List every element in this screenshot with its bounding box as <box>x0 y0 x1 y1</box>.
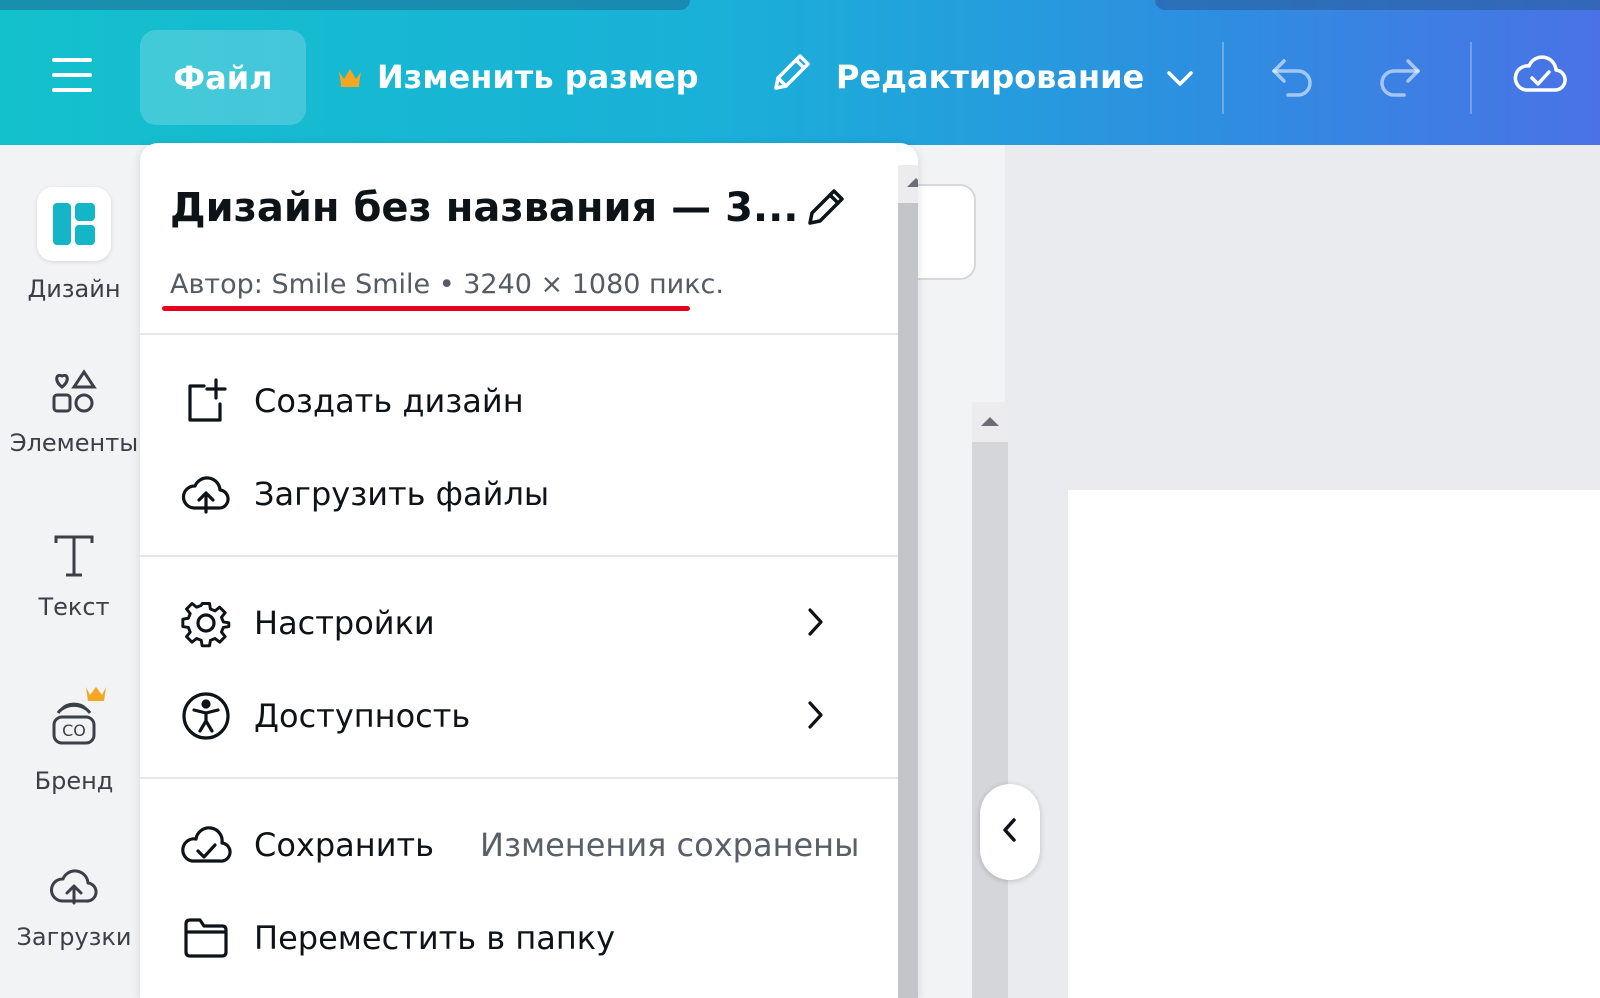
highlight-underline <box>162 306 690 311</box>
toolbar-edge-left <box>0 0 690 10</box>
text-icon <box>52 535 96 583</box>
menu-item-label: Загрузить файлы <box>254 475 550 513</box>
file-menu-button[interactable]: Файл <box>140 30 306 125</box>
sidebar-item-uploads[interactable]: Загрузки <box>0 863 148 951</box>
chevron-down-icon <box>1166 58 1194 96</box>
collapse-panel-button[interactable] <box>980 784 1040 880</box>
design-meta-info: Автор: Smile Smile • 3240 × 1080 пикс. <box>170 269 724 300</box>
menu-divider <box>140 333 898 335</box>
sidebar-item-text[interactable]: Текст <box>0 533 148 621</box>
file-menu-label: Файл <box>173 58 273 97</box>
move-to-folder-item[interactable]: Переместить в папку <box>180 908 860 968</box>
toolbar-divider <box>1470 42 1472 114</box>
menu-divider <box>140 555 898 557</box>
chevron-right-icon <box>805 700 825 734</box>
toolbar-divider <box>1222 42 1224 114</box>
edit-title-pencil-icon[interactable] <box>802 183 850 235</box>
resize-label: Изменить размер <box>377 58 699 96</box>
scroll-up-arrow-icon[interactable] <box>898 165 918 203</box>
brand-icon: CO <box>34 687 114 757</box>
save-status-text: Изменения сохранены <box>480 826 860 864</box>
menu-divider <box>140 777 898 779</box>
left-sidebar: Дизайн Элементы Текст CO Бренд Загрузки <box>0 145 140 998</box>
scroll-up-arrow-icon[interactable] <box>972 402 1008 442</box>
file-menu-panel: Дизайн без названия — 3... Автор: Smile … <box>140 143 918 998</box>
menu-item-label: Настройки <box>254 604 435 642</box>
settings-item[interactable]: Настройки <box>180 593 860 653</box>
save-item[interactable]: Сохранить Изменения сохранены <box>180 815 860 875</box>
add-design-icon <box>180 375 232 427</box>
upload-files-item[interactable]: Загрузить файлы <box>180 464 860 524</box>
sidebar-item-elements[interactable]: Элементы <box>0 367 148 457</box>
crown-icon <box>337 58 363 96</box>
sidebar-item-design[interactable]: Дизайн <box>0 187 148 303</box>
create-design-item[interactable]: Создать дизайн <box>180 371 860 431</box>
menu-item-label: Переместить в папку <box>254 919 616 957</box>
editing-mode-dropdown[interactable]: Редактирование <box>768 45 1194 109</box>
accessibility-icon <box>180 690 232 742</box>
chevron-left-icon <box>1001 817 1019 847</box>
sidebar-item-brand[interactable]: CO Бренд <box>0 683 148 795</box>
upload-cloud-icon <box>48 869 100 913</box>
svg-text:CO: CO <box>62 721 86 740</box>
redo-icon[interactable] <box>1376 55 1424 103</box>
sidebar-item-label: Дизайн <box>27 275 121 303</box>
design-icon <box>37 187 111 261</box>
design-title: Дизайн без названия — 3... <box>170 185 799 231</box>
panel-scrollbar[interactable] <box>898 165 918 998</box>
editing-label: Редактирование <box>836 58 1145 96</box>
menu-item-label: Создать дизайн <box>254 382 524 420</box>
sidebar-item-label: Текст <box>38 593 110 621</box>
hamburger-menu-icon[interactable] <box>52 58 92 94</box>
sidebar-item-label: Элементы <box>9 429 139 457</box>
menu-item-label: Сохранить <box>254 826 434 864</box>
top-toolbar: Файл Изменить размер Редактирование <box>0 0 1600 145</box>
cloud-saved-icon[interactable] <box>1512 50 1568 102</box>
chevron-right-icon <box>805 607 825 641</box>
resize-button[interactable]: Изменить размер <box>337 52 699 102</box>
pencil-icon <box>768 50 814 104</box>
canvas-scrollbar[interactable] <box>972 402 1008 998</box>
upload-cloud-icon <box>180 468 232 520</box>
cloud-check-icon <box>180 819 232 871</box>
toolbar-edge-right <box>1155 0 1600 10</box>
accessibility-item[interactable]: Доступность <box>180 686 860 746</box>
elements-icon <box>50 369 98 419</box>
sidebar-item-label: Загрузки <box>16 923 132 951</box>
menu-item-label: Доступность <box>254 697 471 735</box>
design-canvas[interactable] <box>1068 490 1600 998</box>
folder-icon <box>180 912 232 964</box>
undo-icon[interactable] <box>1268 55 1316 103</box>
gear-icon <box>180 597 232 649</box>
sidebar-item-label: Бренд <box>34 767 114 795</box>
